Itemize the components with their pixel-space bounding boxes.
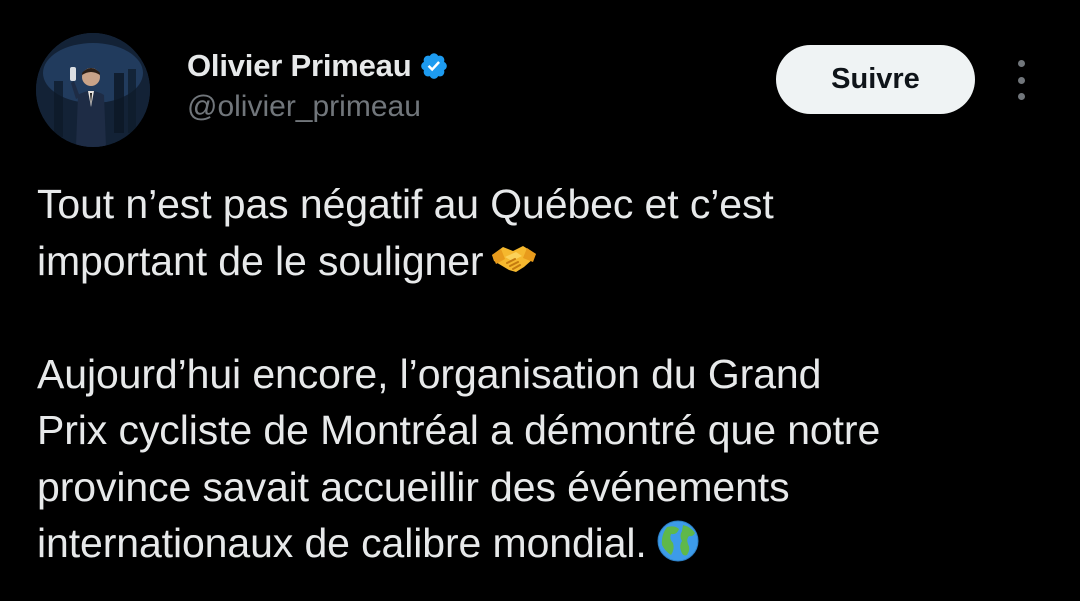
tweet-paragraph: Tout n’est pas négatif au Québec et c’es… <box>37 176 1047 289</box>
more-dot <box>1017 60 1025 67</box>
more-dot <box>1017 93 1025 100</box>
tweet-paragraph-text: Aujourd’hui encore, l’organisation du Gr… <box>37 350 881 567</box>
avatar-photo <box>36 33 150 147</box>
follow-button[interactable]: Suivre <box>776 45 975 114</box>
tweet-paragraph: Aujourd’hui encore, l’organisation du Gr… <box>37 346 1047 572</box>
more-dot <box>1017 76 1025 84</box>
tweet: Olivier Primeau @olivier_primeau Suivre … <box>0 0 1080 601</box>
tweet-text: Tout n’est pas négatif au Québec et c’es… <box>37 176 1047 572</box>
verified-badge-icon <box>419 51 449 81</box>
author-display-name[interactable]: Olivier Primeau <box>187 48 412 84</box>
author-name-row: Olivier Primeau <box>187 46 449 86</box>
handshake-emoji-icon <box>489 237 539 281</box>
globe-emoji-icon <box>653 519 703 563</box>
author-handle[interactable]: @olivier_primeau <box>187 90 421 124</box>
more-options-icon[interactable] <box>1006 60 1036 100</box>
tweet-paragraph-text: Tout n’est pas négatif au Québec et c’es… <box>37 181 774 284</box>
avatar[interactable] <box>36 33 150 147</box>
